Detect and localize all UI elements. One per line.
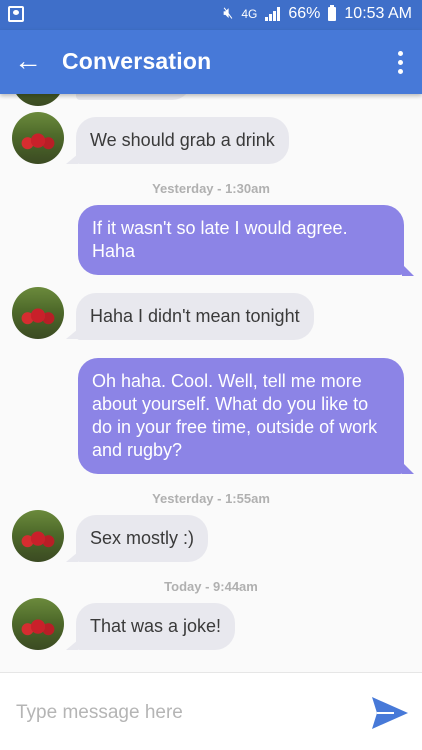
message-timestamp: Today - 9:44am xyxy=(164,579,258,594)
mute-icon: 🔇︎ xyxy=(223,5,234,22)
overflow-menu-icon[interactable] xyxy=(388,46,412,78)
message-bubble-incoming: We should grab a drink xyxy=(76,117,289,164)
signal-icon xyxy=(265,7,281,21)
page-title: Conversation xyxy=(62,48,212,74)
message-input[interactable] xyxy=(16,697,346,729)
status-bar: 🔇︎ 4G 66% 10:53 AM xyxy=(0,0,422,30)
battery-percent: 66% xyxy=(288,5,321,22)
contact-avatar[interactable] xyxy=(12,112,64,164)
message-bubble-outgoing: If it wasn't so late I would agree. Haha xyxy=(78,205,404,275)
message-bubble-incoming: Haha I didn't mean tonight xyxy=(76,293,314,340)
composer-bar xyxy=(0,672,422,750)
message-list[interactable]: We should grab a drink Yesterday - 1:30a… xyxy=(0,94,422,672)
message-timestamp: Yesterday - 1:30am xyxy=(152,181,270,196)
clock: 10:53 AM xyxy=(344,5,412,22)
bubble-tail xyxy=(402,462,414,474)
message-bubble-partial xyxy=(76,94,192,100)
app-bar: ← Conversation xyxy=(0,30,422,94)
contact-avatar[interactable] xyxy=(12,287,64,339)
contact-card-icon xyxy=(8,6,24,22)
back-arrow-icon[interactable]: ← xyxy=(12,46,44,78)
contact-avatar[interactable] xyxy=(12,510,64,562)
network-type: 4G xyxy=(241,7,258,21)
send-icon[interactable] xyxy=(370,695,410,731)
message-bubble-outgoing: Oh haha. Cool. Well, tell me more about … xyxy=(78,358,404,474)
status-indicators: 🔇︎ 4G 66% 10:53 AM xyxy=(223,5,412,23)
message-bubble-incoming: Sex mostly :) xyxy=(76,515,209,562)
contact-avatar[interactable] xyxy=(12,94,64,106)
battery-icon xyxy=(328,5,337,21)
message-timestamp: Yesterday - 1:55am xyxy=(152,491,270,506)
contact-avatar[interactable] xyxy=(12,598,64,650)
message-bubble-incoming: That was a joke! xyxy=(76,603,236,650)
bubble-tail xyxy=(402,264,414,276)
